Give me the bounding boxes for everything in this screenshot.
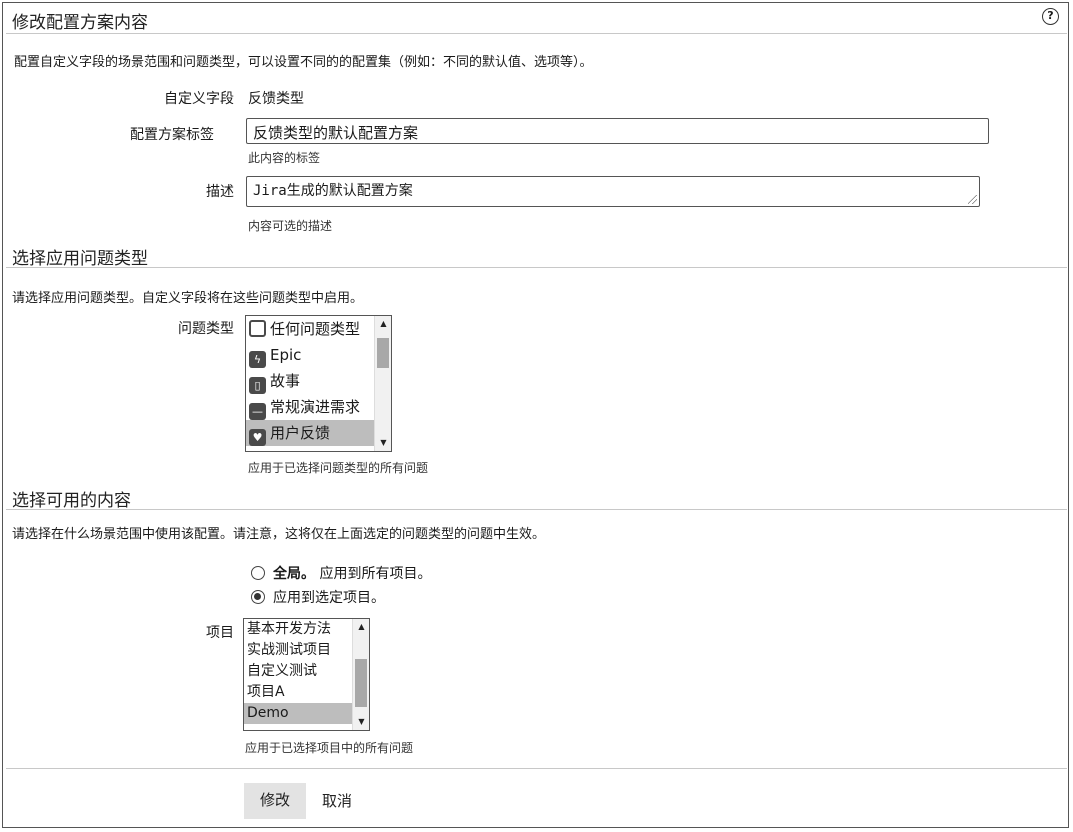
intro-text: 配置自定义字段的场景范围和问题类型，可以设置不同的的配置集（例如：不同的默认值、… <box>14 55 593 70</box>
project-option[interactable]: 自定义测试 <box>244 661 369 682</box>
heart-icon: ♥ <box>249 429 266 446</box>
issue-type-option-improvement[interactable]: — 常规演进需求 <box>246 394 391 420</box>
resize-grip-icon[interactable] <box>968 195 977 204</box>
epic-lightning-icon: ϟ <box>249 351 266 368</box>
issue-type-option-story[interactable]: ▯ 故事 <box>246 368 391 394</box>
cancel-link[interactable]: 取消 <box>322 783 352 819</box>
footer-divider <box>6 768 1067 769</box>
global-context-option[interactable]: 全局。 应用到所有项目。 <box>251 563 431 583</box>
issue-types-label: 问题类型 <box>178 321 234 337</box>
scroll-down-icon[interactable]: ▼ <box>353 714 369 730</box>
projects-listbox[interactable]: 基本开发方法 实战测试项目 自定义测试 项目A Demo ▲ ▼ <box>243 618 370 731</box>
global-text: 应用到所有项目。 <box>319 566 432 582</box>
context-section-title: 选择可用的内容 <box>12 491 131 511</box>
scheme-label-hint: 此内容的标签 <box>248 151 321 165</box>
scroll-up-icon[interactable]: ▲ <box>353 619 369 635</box>
custom-field-value: 反馈类型 <box>248 91 304 107</box>
scroll-up-icon[interactable]: ▲ <box>375 316 391 332</box>
description-textarea-value: Jira生成的默认配置方案 <box>253 183 413 199</box>
scroll-thumb[interactable] <box>377 338 389 368</box>
story-bookmark-icon: ▯ <box>249 377 266 394</box>
projects-label: 项目 <box>206 625 234 641</box>
submit-button[interactable]: 修改 <box>244 783 306 819</box>
selected-text: 应用到选定项目。 <box>273 590 385 606</box>
project-option-selected[interactable]: Demo <box>244 703 369 724</box>
selected-projects-radio[interactable] <box>251 590 265 604</box>
description-hint: 内容可选的描述 <box>248 219 333 233</box>
context-divider <box>6 509 1067 510</box>
issue-types-divider <box>6 267 1067 268</box>
selected-context-option[interactable]: 应用到选定项目。 <box>251 587 385 607</box>
help-icon[interactable]: ? <box>1042 8 1059 25</box>
issue-types-intro: 请选择应用问题类型。自定义字段将在这些问题类型中启用。 <box>12 291 364 306</box>
context-intro: 请选择在什么场景范围中使用该配置。请注意，这将仅在上面选定的问题类型的问题中生效… <box>12 527 546 542</box>
scheme-label-input[interactable]: 反馈类型的默认配置方案 <box>246 118 989 144</box>
global-radio[interactable] <box>251 566 265 580</box>
projects-hint: 应用于已选择项目中的所有问题 <box>245 741 414 755</box>
issue-type-option-any[interactable]: 任何问题类型 <box>246 316 391 342</box>
project-option[interactable]: 项目A <box>244 682 369 703</box>
scheme-label-input-value: 反馈类型的默认配置方案 <box>253 124 419 142</box>
scheme-label-label: 配置方案标签 <box>130 127 214 143</box>
projects-scrollbar[interactable]: ▲ ▼ <box>352 619 369 730</box>
any-issue-icon <box>249 320 266 337</box>
issue-types-scrollbar[interactable]: ▲ ▼ <box>374 316 391 451</box>
scroll-thumb[interactable] <box>355 659 367 707</box>
issue-types-listbox[interactable]: 任何问题类型 ϟ Epic ▯ 故事 — 常规演进需求 ♥ 用户反馈 ▲ ▼ <box>245 315 392 452</box>
header-divider <box>6 33 1067 34</box>
issue-types-hint: 应用于已选择问题类型的所有问题 <box>248 461 429 475</box>
issue-types-section-title: 选择应用问题类型 <box>12 249 148 269</box>
page-title: 修改配置方案内容 <box>12 13 148 33</box>
issue-type-option-epic[interactable]: ϟ Epic <box>246 342 391 368</box>
project-option[interactable]: 实战测试项目 <box>244 640 369 661</box>
description-label: 描述 <box>206 184 234 200</box>
global-bold-text: 全局。 <box>273 566 315 582</box>
custom-field-label: 自定义字段 <box>164 91 234 107</box>
project-option[interactable]: 基本开发方法 <box>244 619 369 640</box>
minus-icon: — <box>249 403 266 420</box>
scroll-down-icon[interactable]: ▼ <box>375 435 391 451</box>
description-textarea[interactable]: Jira生成的默认配置方案 <box>246 176 980 207</box>
issue-type-option-feedback[interactable]: ♥ 用户反馈 <box>246 420 391 446</box>
